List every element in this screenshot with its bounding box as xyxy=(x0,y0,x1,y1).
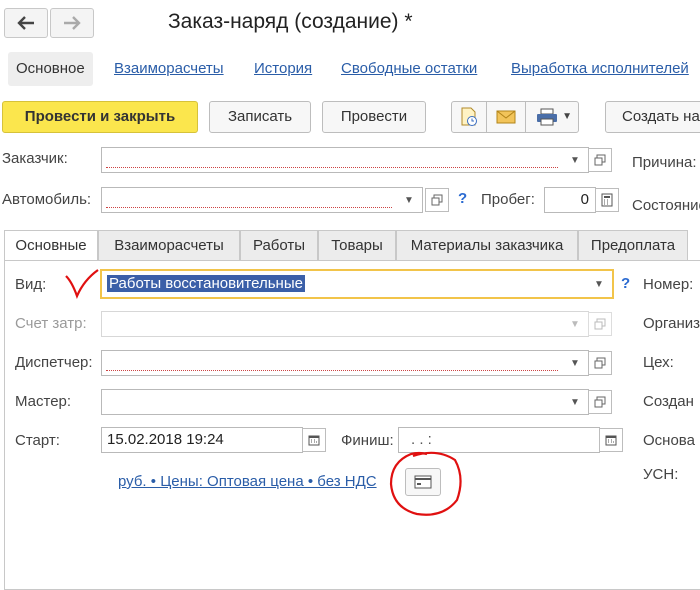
cost-account-field: ▼ xyxy=(101,311,589,337)
page-title: Заказ-наряд (создание) * xyxy=(168,10,413,33)
calculator-icon xyxy=(601,193,613,207)
save-button[interactable]: Записать xyxy=(209,101,311,133)
start-label: Старт: xyxy=(15,432,60,449)
dropdown-arrow-icon[interactable]: ▼ xyxy=(396,188,422,212)
arrow-left-icon xyxy=(17,16,34,30)
calculator-button[interactable] xyxy=(595,188,619,212)
tab-basic[interactable]: Основные xyxy=(4,230,98,261)
mileage-input[interactable]: 0 xyxy=(544,187,596,213)
created-label: Создан xyxy=(643,393,694,410)
post-and-close-button[interactable]: Провести и закрыть xyxy=(2,101,198,133)
forward-button[interactable] xyxy=(50,8,94,38)
kind-value: Работы восстановительные xyxy=(107,275,305,292)
shop-label: Цех: xyxy=(643,354,674,371)
tab-inner-settlements[interactable]: Взаиморасчеты xyxy=(98,230,240,260)
tab-performer-output[interactable]: Выработка исполнителей xyxy=(511,52,689,86)
finish-calendar-button[interactable] xyxy=(599,428,623,452)
create-based-on-button[interactable]: Создать на xyxy=(605,101,700,133)
finish-value: . . : xyxy=(411,431,432,448)
report-button[interactable] xyxy=(451,101,487,133)
open-window-icon xyxy=(431,194,443,206)
mileage-label: Пробег: xyxy=(481,191,535,208)
cost-account-label: Счет затр: xyxy=(15,315,87,332)
help-question-icon[interactable]: ? xyxy=(458,190,467,207)
tab-history[interactable]: История xyxy=(254,52,312,86)
arrow-right-icon xyxy=(64,16,81,30)
help-question-icon[interactable]: ? xyxy=(621,275,630,292)
finish-label: Финиш: xyxy=(341,432,394,449)
master-label: Мастер: xyxy=(15,393,72,410)
start-calendar-button[interactable] xyxy=(302,428,326,452)
open-window-icon xyxy=(594,154,606,166)
tab-settlements[interactable]: Взаиморасчеты xyxy=(114,52,224,86)
document-clock-icon xyxy=(461,107,477,126)
dropdown-arrow-icon[interactable]: ▼ xyxy=(562,351,588,375)
envelope-icon xyxy=(496,110,516,124)
post-button[interactable]: Провести xyxy=(322,101,426,133)
tab-main[interactable]: Основное xyxy=(8,52,93,86)
basis-label: Основа xyxy=(643,432,695,449)
tab-free-stock[interactable]: Свободные остатки xyxy=(341,52,477,86)
dropdown-arrow-icon: ▼ xyxy=(570,318,580,330)
number-label: Номер: xyxy=(643,276,694,293)
prices-link[interactable]: руб. • Цены: Оптовая цена • без НДС xyxy=(118,473,377,490)
back-button[interactable] xyxy=(4,8,48,38)
dispatcher-label: Диспетчер: xyxy=(15,354,93,371)
master-field[interactable]: ▼ xyxy=(101,389,589,415)
calendar-icon xyxy=(605,435,617,446)
dropdown-arrow-icon[interactable]: ▼ xyxy=(562,148,588,172)
open-dispatcher-button[interactable] xyxy=(588,351,612,375)
customer-label: Заказчик: xyxy=(2,150,68,167)
dropdown-arrow-icon[interactable]: ▼ xyxy=(586,271,612,297)
open-window-icon xyxy=(594,318,606,330)
customer-field[interactable]: ▼ xyxy=(101,147,589,173)
tab-goods[interactable]: Товары xyxy=(318,230,396,260)
reason-label: Причина: xyxy=(632,154,697,171)
email-button[interactable] xyxy=(486,101,526,133)
required-underline xyxy=(106,167,558,168)
red-checkmark-annotation xyxy=(65,269,99,299)
open-customer-button[interactable] xyxy=(588,148,612,172)
red-circle-annotation xyxy=(389,451,462,516)
required-underline xyxy=(106,370,558,371)
tab-customer-materials[interactable]: Материалы заказчика xyxy=(396,230,578,260)
mileage-value: 0 xyxy=(580,191,589,208)
printer-icon xyxy=(537,108,557,126)
kind-label: Вид: xyxy=(15,276,47,293)
open-car-button[interactable] xyxy=(425,188,449,212)
car-label: Автомобиль: xyxy=(2,191,92,208)
print-button[interactable]: ▼ xyxy=(525,101,579,133)
start-datetime-input[interactable]: 15.02.2018 19:24 xyxy=(101,427,303,453)
tab-works[interactable]: Работы xyxy=(240,230,318,260)
kind-field[interactable]: Работы восстановительные ▼ xyxy=(100,269,614,299)
required-underline xyxy=(106,207,392,208)
chevron-down-icon: ▼ xyxy=(562,111,572,122)
state-label: Состояние xyxy=(632,197,700,214)
open-master-button[interactable] xyxy=(588,390,612,414)
organization-label: Организ xyxy=(643,315,700,332)
open-cost-account-button xyxy=(588,312,612,336)
dispatcher-field[interactable]: ▼ xyxy=(101,350,589,376)
tab-content-panel xyxy=(4,260,700,590)
open-window-icon xyxy=(594,357,606,369)
start-value: 15.02.2018 19:24 xyxy=(107,431,224,448)
calendar-icon xyxy=(308,435,320,446)
car-field[interactable]: ▼ xyxy=(101,187,423,213)
tab-prepayment[interactable]: Предоплата xyxy=(578,230,688,260)
usn-label: УСН: xyxy=(643,466,679,483)
dropdown-arrow-icon[interactable]: ▼ xyxy=(562,390,588,414)
open-window-icon xyxy=(594,396,606,408)
